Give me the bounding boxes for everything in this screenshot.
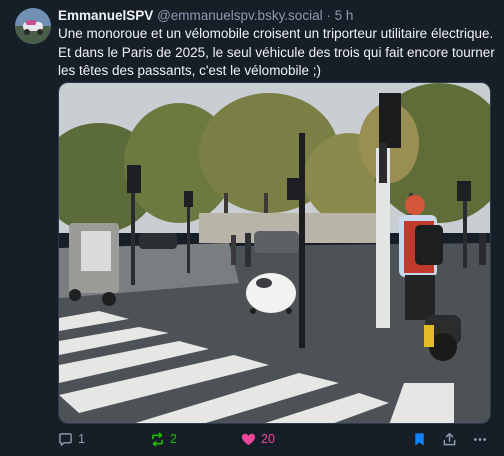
share-upload-icon [443,432,456,445]
avatar-image [15,8,51,44]
post-actions: 1 2 20 [58,430,496,448]
author-name[interactable]: EmmanuelSPV [58,8,153,23]
header-separator: · [326,8,331,23]
street-photo [59,83,490,423]
more-options-button[interactable] [472,430,488,448]
speech-bubble-icon [59,432,72,446]
heart-icon [241,433,256,445]
post-header: EmmanuelSPV @emmanuelspv.bsky.social · 5… [58,7,494,24]
bookmark-button[interactable] [413,430,426,448]
reply-button[interactable]: 1 [58,430,85,448]
author-handle[interactable]: @emmanuelspv.bsky.social [157,8,323,23]
ellipsis-icon [473,437,487,441]
repost-count: 2 [170,432,177,446]
share-button[interactable] [442,430,457,448]
author-avatar[interactable] [15,8,51,44]
post-card[interactable]: EmmanuelSPV @emmanuelspv.bsky.social · 5… [0,0,504,456]
post-timestamp[interactable]: 5 h [335,8,354,23]
like-button[interactable]: 20 [241,430,275,448]
repost-arrows-icon [152,432,163,446]
like-count: 20 [261,432,275,446]
repost-button[interactable]: 2 [150,430,177,448]
post-text: Une monoroue et un vélomobile croisent u… [58,26,495,78]
post-image[interactable] [58,82,491,424]
bookmark-icon [415,432,424,446]
reply-count: 1 [78,432,85,446]
